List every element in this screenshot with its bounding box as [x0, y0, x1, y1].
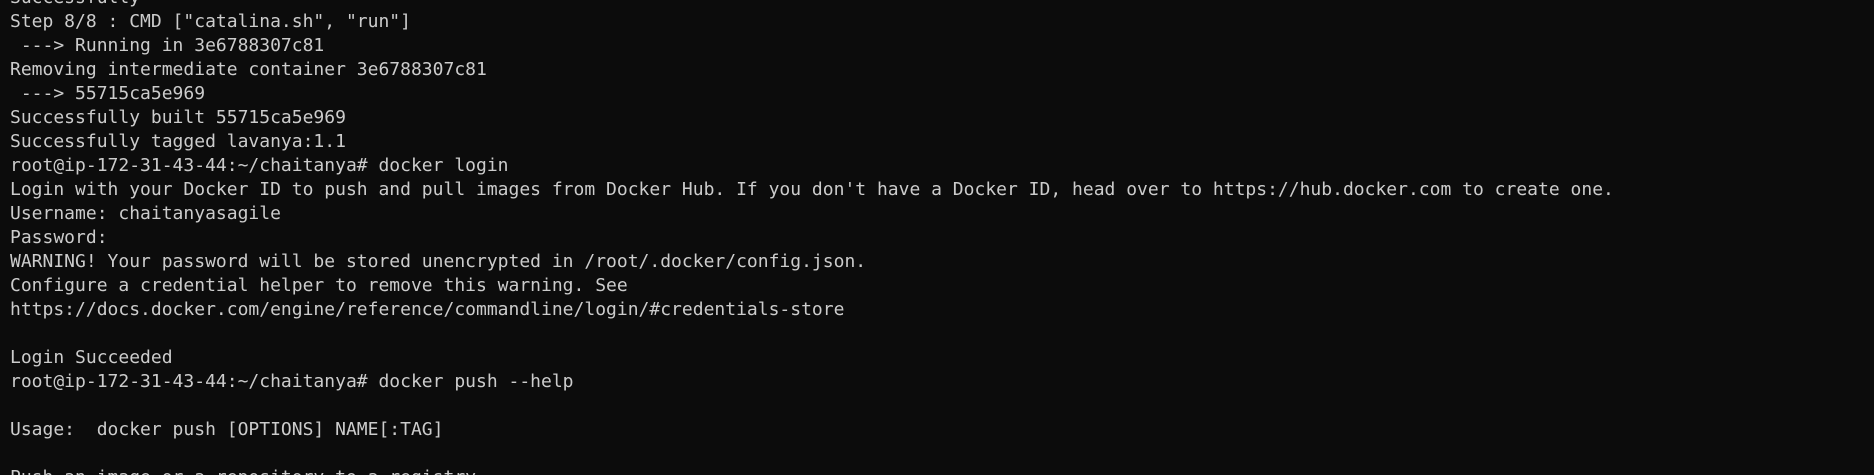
terminal-line: Successfully — [10, 0, 1874, 10]
terminal-line: Step 8/8 : CMD ["catalina.sh", "run"] — [10, 11, 411, 32]
terminal-output: Successfully Step 8/8 : CMD ["catalina.s… — [10, 0, 1874, 475]
terminal-line: Push an image or a repository to a regis… — [10, 466, 1874, 475]
terminal-line: Login with your Docker ID to push and pu… — [10, 179, 1614, 200]
terminal-line: ---> Running in 3e6788307c81 — [10, 35, 325, 56]
terminal-line: Login Succeeded — [10, 347, 173, 368]
terminal-line: root@ip-172-31-43-44:~/chaitanya# docker… — [10, 155, 509, 176]
terminal-line: https://docs.docker.com/engine/reference… — [10, 299, 845, 320]
terminal-line: ---> 55715ca5e969 — [10, 83, 206, 104]
terminal-line: Usage: docker push [OPTIONS] NAME[:TAG] — [10, 419, 444, 440]
terminal-line: Configure a credential helper to remove … — [10, 275, 628, 296]
terminal-window[interactable]: Successfully Step 8/8 : CMD ["catalina.s… — [0, 0, 1874, 475]
terminal-line: root@ip-172-31-43-44:~/chaitanya# docker… — [10, 371, 574, 392]
terminal-line: Username: chaitanyasagile — [10, 203, 281, 224]
terminal-line: Successfully tagged lavanya:1.1 — [10, 131, 346, 152]
terminal-line: Successfully built 55715ca5e969 — [10, 107, 346, 128]
terminal-line: WARNING! Your password will be stored un… — [10, 251, 867, 272]
terminal-line: Password: — [10, 227, 108, 248]
terminal-line: Removing intermediate container 3e678830… — [10, 59, 487, 80]
